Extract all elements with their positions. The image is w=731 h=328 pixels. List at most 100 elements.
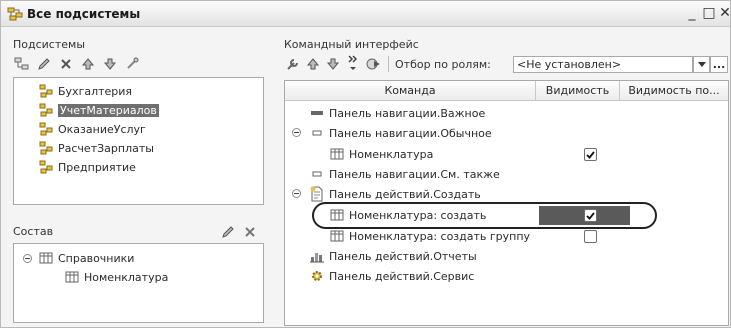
tree-item-label: ОказаниеУслуг <box>58 122 146 136</box>
collapse-icon[interactable] <box>292 128 301 137</box>
grid-row-current[interactable]: Номенклатура: создать <box>329 206 486 224</box>
pencil-icon <box>222 226 234 238</box>
visibility-checkbox[interactable] <box>584 148 597 161</box>
close-button[interactable]: ✕ <box>718 5 731 21</box>
minimize-button[interactable]: _ <box>685 5 699 21</box>
grid-row[interactable]: Панель действий.Отчеты <box>309 247 477 265</box>
tree-item-payroll[interactable]: РасчетЗарплаты <box>38 139 154 157</box>
command-label: Панель действий.Создать <box>329 187 481 201</box>
role-filter-dropdown[interactable] <box>693 56 710 73</box>
command-down-button[interactable] <box>324 55 342 73</box>
delete-icon <box>245 227 255 237</box>
command-label: Номенклатура: создать <box>349 208 487 222</box>
grid-row[interactable]: Номенклатура <box>329 145 433 163</box>
subsystems-label: Подсистемы <box>13 38 86 51</box>
arrow-up-icon <box>81 58 95 70</box>
tree-item-catalogs[interactable]: Справочники <box>38 249 134 267</box>
more-chevron-icon <box>348 55 358 70</box>
role-filter-value: <Не установлен> <box>517 58 622 71</box>
tree-item-accounting[interactable]: Бухгалтерия <box>38 82 132 100</box>
visibility-checkbox[interactable] <box>584 230 597 243</box>
command-label: Панель навигации.См. также <box>329 167 500 181</box>
nav-panel-normal-icon <box>309 125 325 141</box>
subsystem-icon <box>38 102 54 118</box>
ellipsis-icon: ... <box>712 58 726 71</box>
tree-item-nomenclature[interactable]: Номенклатура <box>64 268 168 286</box>
role-filter-choose-button[interactable]: ... <box>710 56 728 73</box>
subsystem-icon <box>38 140 54 156</box>
more-actions-button[interactable] <box>344 53 362 75</box>
command-label: Панель навигации.Обычное <box>329 126 492 140</box>
subsystem-icon <box>38 83 54 99</box>
link-button[interactable] <box>123 55 141 73</box>
reports-icon <box>309 248 325 264</box>
command-label: Панель навигации.Важное <box>329 106 486 120</box>
grid-row[interactable]: Панель навигации.Обычное <box>309 124 492 142</box>
apply-roles-button[interactable] <box>365 55 383 73</box>
subsystem-icon <box>38 159 54 175</box>
catalog-icon <box>38 250 54 266</box>
visibility-checkbox[interactable] <box>584 209 597 222</box>
tree-item-label: УчетМатериалов <box>58 103 159 117</box>
column-visibility[interactable]: Видимость <box>536 81 620 101</box>
tree-item-label: Справочники <box>58 251 135 265</box>
column-visibility-by-roles[interactable]: Видимость по... <box>620 81 728 101</box>
subsystems-window: Все подсистемы _ □ ✕ Подсистемы Бухгалте… <box>0 0 731 328</box>
chevron-down-icon <box>697 62 706 67</box>
add-subsystem-icon <box>14 57 29 70</box>
delete-icon <box>61 59 71 69</box>
grid-row[interactable]: Панель действий.Создать <box>309 185 481 203</box>
wrench-icon <box>287 59 298 70</box>
subsystems-tree: Бухгалтерия УчетМатериалов ОказаниеУслуг… <box>13 77 264 205</box>
grid-row[interactable]: Номенклатура: создать группу <box>329 227 530 245</box>
nav-panel-important-icon <box>309 105 325 121</box>
tree-item-enterprise[interactable]: Предприятие <box>38 158 136 176</box>
settings-button[interactable] <box>284 55 302 73</box>
command-label: Панель действий.Отчеты <box>329 249 477 263</box>
delete-button[interactable] <box>57 55 75 73</box>
pencil-icon <box>38 58 50 70</box>
command-interface-label: Командный интерфейс <box>284 38 419 51</box>
role-filter-select[interactable]: <Не установлен> <box>513 56 693 73</box>
checkmark-icon <box>586 211 595 220</box>
grid-row[interactable]: Панель навигации.См. также <box>309 165 500 183</box>
arrow-up-icon <box>306 58 320 70</box>
toolbar-separator <box>388 56 389 72</box>
catalog-icon <box>329 228 345 244</box>
collapse-icon[interactable] <box>292 189 301 198</box>
arrow-down-icon <box>326 58 340 70</box>
edit-button[interactable] <box>35 55 53 73</box>
checkmark-icon <box>586 150 595 159</box>
title-bar: Все подсистемы _ □ ✕ <box>1 1 731 27</box>
tree-item-label: Номенклатура <box>84 270 169 284</box>
tree-item-label: Предприятие <box>58 160 136 174</box>
grid-row[interactable]: Панель навигации.Важное <box>309 104 485 122</box>
command-label: Панель действий.Сервис <box>329 269 475 283</box>
add-subsystem-button[interactable] <box>13 55 31 73</box>
catalog-icon <box>329 146 345 162</box>
column-command[interactable]: Команда <box>285 81 536 101</box>
collapse-icon[interactable] <box>23 254 32 263</box>
composition-label: Состав <box>13 225 54 238</box>
move-up-button[interactable] <box>79 55 97 73</box>
maximize-button[interactable]: □ <box>702 5 716 21</box>
arrow-down-icon <box>103 58 117 70</box>
command-up-button[interactable] <box>304 55 322 73</box>
role-filter-label: Отбор по ролям: <box>395 58 491 71</box>
subsystem-icon <box>38 121 54 137</box>
nav-panel-see-also-icon <box>309 166 325 182</box>
move-down-button[interactable] <box>101 55 119 73</box>
tree-item-label: РасчетЗарплаты <box>58 141 154 155</box>
commands-grid: Команда Видимость Видимость по... Панель… <box>284 80 729 326</box>
link-icon <box>127 57 139 69</box>
command-label: Номенклатура: создать группу <box>349 229 531 243</box>
gear-icon <box>309 268 325 284</box>
subsystem-icon <box>7 6 23 22</box>
create-document-icon <box>309 186 325 202</box>
tree-item-services[interactable]: ОказаниеУслуг <box>38 120 146 138</box>
delete-composition-button[interactable] <box>241 223 259 241</box>
tree-item-label: Бухгалтерия <box>58 84 133 98</box>
edit-composition-button[interactable] <box>219 223 237 241</box>
grid-row[interactable]: Панель действий.Сервис <box>309 267 474 285</box>
tree-item-materials[interactable]: УчетМатериалов <box>38 101 159 119</box>
